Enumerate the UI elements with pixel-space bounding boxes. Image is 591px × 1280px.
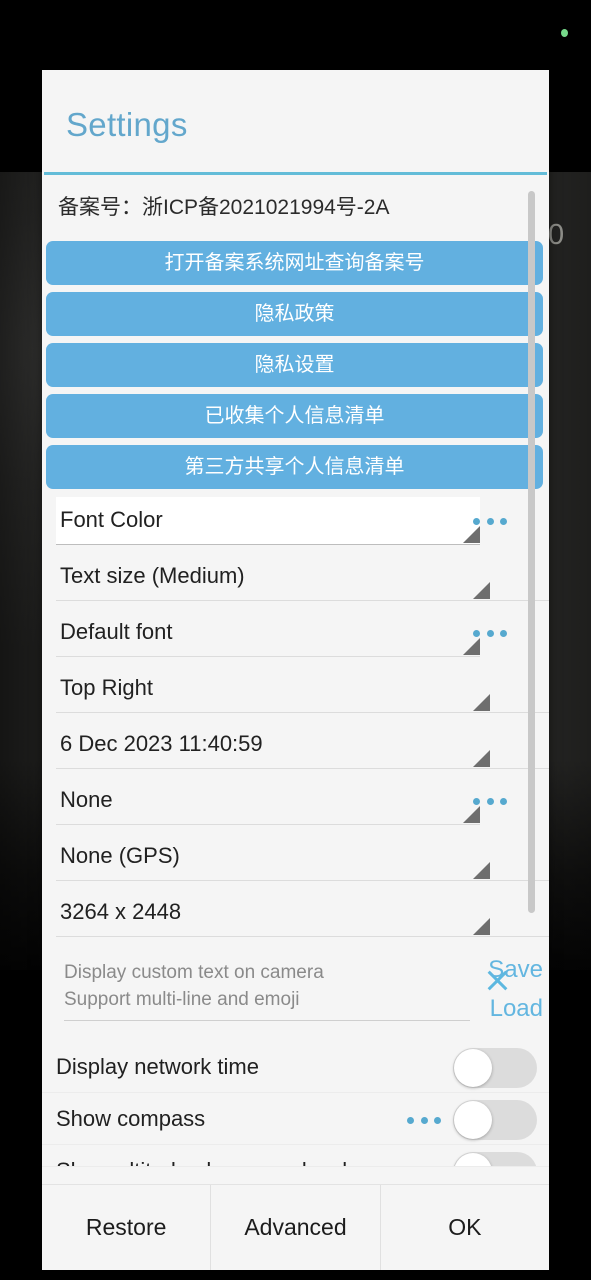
- dot-icon: [486, 797, 494, 805]
- settings-dialog: Settings 备案号：浙ICP备2021021994号-2A 打开备案系统网…: [42, 70, 549, 1270]
- dialog-title: Settings: [66, 106, 188, 143]
- settings-list: 备案号：浙ICP备2021021994号-2A 打开备案系统网址查询备案号 隐私…: [42, 175, 549, 1167]
- recording-dot-icon: [561, 29, 568, 37]
- toggle-knob: [454, 1101, 492, 1139]
- privacy-settings-button[interactable]: 隐私设置: [46, 343, 543, 387]
- text-size-spinner[interactable]: Text size (Medium): [56, 553, 549, 601]
- setting-row-stamp-position: Top Right: [42, 665, 549, 721]
- collected-info-list-button[interactable]: 已收集个人信息清单: [46, 394, 543, 438]
- chevron-down-icon: [473, 862, 490, 879]
- chevron-down-icon: [473, 694, 490, 711]
- setting-row-show-altitude: Show altitude above sea level: [42, 1145, 549, 1167]
- watermark-value: None: [60, 787, 113, 812]
- privacy-policy-button[interactable]: 隐私政策: [46, 292, 543, 336]
- dot-icon: [473, 517, 480, 525]
- show-compass-overflow-button[interactable]: [407, 1110, 441, 1130]
- resolution-spinner[interactable]: 3264 x 2448: [56, 889, 549, 937]
- dot-icon: [420, 1116, 428, 1124]
- font-color-overflow-button[interactable]: [473, 511, 507, 531]
- dot-icon: [500, 629, 507, 637]
- settings-scroll-area[interactable]: 备案号：浙ICP备2021021994号-2A 打开备案系统网址查询备案号 隐私…: [42, 175, 549, 1184]
- advanced-button[interactable]: Advanced: [210, 1185, 380, 1270]
- font-family-spinner[interactable]: Default font: [56, 609, 480, 657]
- restore-button[interactable]: Restore: [42, 1185, 211, 1270]
- setting-row-font-family: Default font: [42, 609, 549, 665]
- scrollbar-thumb[interactable]: [528, 191, 535, 913]
- setting-row-resolution: 3264 x 2448: [42, 889, 549, 945]
- dot-icon: [473, 629, 480, 637]
- display-network-time-toggle[interactable]: [453, 1048, 537, 1088]
- date-format-spinner[interactable]: 6 Dec 2023 11:40:59: [56, 721, 549, 769]
- third-party-shared-info-button[interactable]: 第三方共享个人信息清单: [46, 445, 543, 489]
- custom-text-input[interactable]: [64, 959, 470, 1021]
- watermark-spinner[interactable]: None: [56, 777, 480, 825]
- show-compass-toggle[interactable]: [453, 1100, 537, 1140]
- setting-row-display-network-time: Display network time: [42, 1041, 549, 1093]
- font-color-value: Font Color: [60, 507, 163, 532]
- icp-license-text: 备案号：浙ICP备2021021994号-2A: [58, 196, 390, 219]
- dot-icon: [486, 629, 494, 637]
- show-altitude-toggle[interactable]: [453, 1152, 537, 1166]
- setting-row-text-size: Text size (Medium): [42, 553, 549, 609]
- setting-row-gps-source: None (GPS): [42, 833, 549, 889]
- stamp-position-spinner[interactable]: Top Right: [56, 665, 549, 713]
- watermark-overflow-button[interactable]: [473, 791, 507, 811]
- dot-icon: [500, 797, 507, 805]
- chevron-down-icon: [473, 918, 490, 935]
- dot-icon: [500, 517, 507, 525]
- setting-row-date-format: 6 Dec 2023 11:40:59: [42, 721, 549, 777]
- setting-row-show-compass: Show compass: [42, 1093, 549, 1145]
- dot-icon: [473, 797, 480, 805]
- ok-button[interactable]: OK: [379, 1185, 549, 1270]
- font-color-spinner[interactable]: Font Color: [56, 497, 480, 545]
- dot-icon: [434, 1116, 441, 1124]
- open-icp-query-button[interactable]: 打开备案系统网址查询备案号: [46, 241, 543, 285]
- dialog-button-bar: Restore Advanced OK: [42, 1184, 549, 1270]
- font-family-value: Default font: [60, 619, 173, 644]
- scrollbar-track[interactable]: [528, 183, 542, 1184]
- dot-icon: [486, 517, 494, 525]
- dot-icon: [407, 1116, 414, 1124]
- gps-source-spinner[interactable]: None (GPS): [56, 833, 549, 881]
- chevron-down-icon: [473, 582, 490, 599]
- setting-row-custom-text: Save Load: [42, 949, 549, 1041]
- setting-row-font-color: Font Color: [42, 497, 549, 553]
- font-family-overflow-button[interactable]: [473, 623, 507, 643]
- toggle-knob: [454, 1049, 492, 1087]
- setting-row-watermark: None: [42, 777, 549, 833]
- chevron-down-icon: [473, 750, 490, 767]
- preview-counter: 0: [548, 219, 565, 251]
